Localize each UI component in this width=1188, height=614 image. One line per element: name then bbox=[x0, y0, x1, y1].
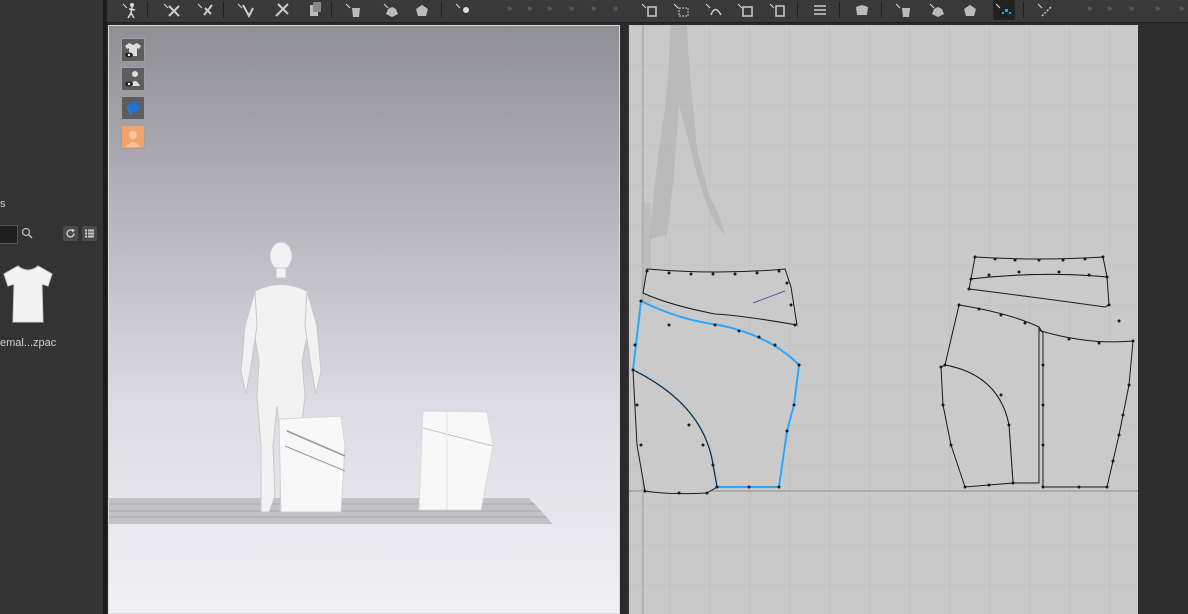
tb-free-sewing-button[interactable] bbox=[411, 0, 433, 20]
list-view-button[interactable] bbox=[82, 226, 97, 241]
tb-overflow-8[interactable]: » bbox=[1107, 3, 1112, 13]
viewport-splitter[interactable] bbox=[620, 25, 628, 614]
main-toolbar: » » » » » » » » » » » bbox=[107, 0, 1188, 23]
tb-overflow-7[interactable]: » bbox=[1087, 3, 1092, 13]
tb-dart-button[interactable] bbox=[851, 0, 873, 20]
tb-overflow-9[interactable]: » bbox=[1129, 3, 1134, 13]
2d-pattern-canvas bbox=[629, 25, 1139, 614]
tb-free-sewing-2d-button[interactable] bbox=[927, 0, 949, 20]
tb-segment-sewing-button[interactable] bbox=[381, 0, 403, 20]
library-panel: s emal...zpac bbox=[0, 0, 103, 614]
refresh-button[interactable] bbox=[63, 226, 78, 241]
tb-edit-pattern-button[interactable] bbox=[671, 0, 693, 20]
tb-overflow-6[interactable]: » bbox=[613, 3, 618, 13]
tb-transform-pattern-button[interactable] bbox=[639, 0, 661, 20]
tb-overflow-4[interactable]: » bbox=[569, 3, 574, 13]
tb-arrangement-point-button[interactable] bbox=[993, 0, 1015, 20]
tb-overflow-10[interactable]: » bbox=[1155, 3, 1160, 13]
3d-pattern-piece-left[interactable] bbox=[278, 415, 346, 513]
tb-overflow-3[interactable]: » bbox=[547, 3, 552, 13]
tb-pin-button[interactable] bbox=[195, 0, 217, 20]
tb-sewing-button[interactable] bbox=[343, 0, 365, 20]
search-icon[interactable] bbox=[21, 227, 33, 239]
panel-divider[interactable] bbox=[103, 0, 107, 614]
library-file-name[interactable]: emal...zpac bbox=[0, 337, 56, 349]
t-shirt-thumbnail[interactable] bbox=[0, 262, 56, 326]
2d-pattern-window[interactable] bbox=[628, 25, 1139, 614]
library-search-input[interactable] bbox=[0, 225, 18, 244]
pattern-piece-back-left[interactable] bbox=[940, 304, 1040, 488]
tb-tuck-button[interactable] bbox=[303, 0, 325, 20]
refresh-icon bbox=[66, 228, 75, 238]
tb-tape-button[interactable] bbox=[1035, 0, 1057, 20]
tb-fold-button[interactable] bbox=[235, 0, 257, 20]
list-view-icon bbox=[85, 229, 94, 238]
tb-overflow-11[interactable]: » bbox=[1179, 3, 1184, 13]
tb-select-mesh-button[interactable] bbox=[161, 0, 183, 20]
tb-edit-button[interactable] bbox=[453, 0, 475, 20]
tb-edit-curvature-button[interactable] bbox=[703, 0, 725, 20]
tb-segment-sewing-2d-button[interactable] bbox=[893, 0, 915, 20]
3d-pattern-piece-right[interactable] bbox=[418, 410, 494, 511]
3d-garment-viewport[interactable] bbox=[108, 25, 620, 614]
tb-cut-button[interactable] bbox=[271, 0, 293, 20]
tb-overflow-5[interactable]: » bbox=[591, 3, 596, 13]
tb-check-sewing-button[interactable] bbox=[959, 0, 981, 20]
3d-scene bbox=[109, 241, 553, 524]
tb-simulate-avatar-button[interactable] bbox=[119, 0, 141, 20]
tb-rectangle-button[interactable] bbox=[767, 0, 789, 20]
library-section-label: s bbox=[0, 198, 6, 210]
right-panel-edge bbox=[1138, 25, 1188, 614]
tb-internal-line-button[interactable] bbox=[809, 0, 831, 20]
tb-overflow-1[interactable]: » bbox=[507, 3, 512, 13]
tb-overflow-2[interactable]: » bbox=[527, 3, 532, 13]
tb-polygon-button[interactable] bbox=[735, 0, 757, 20]
